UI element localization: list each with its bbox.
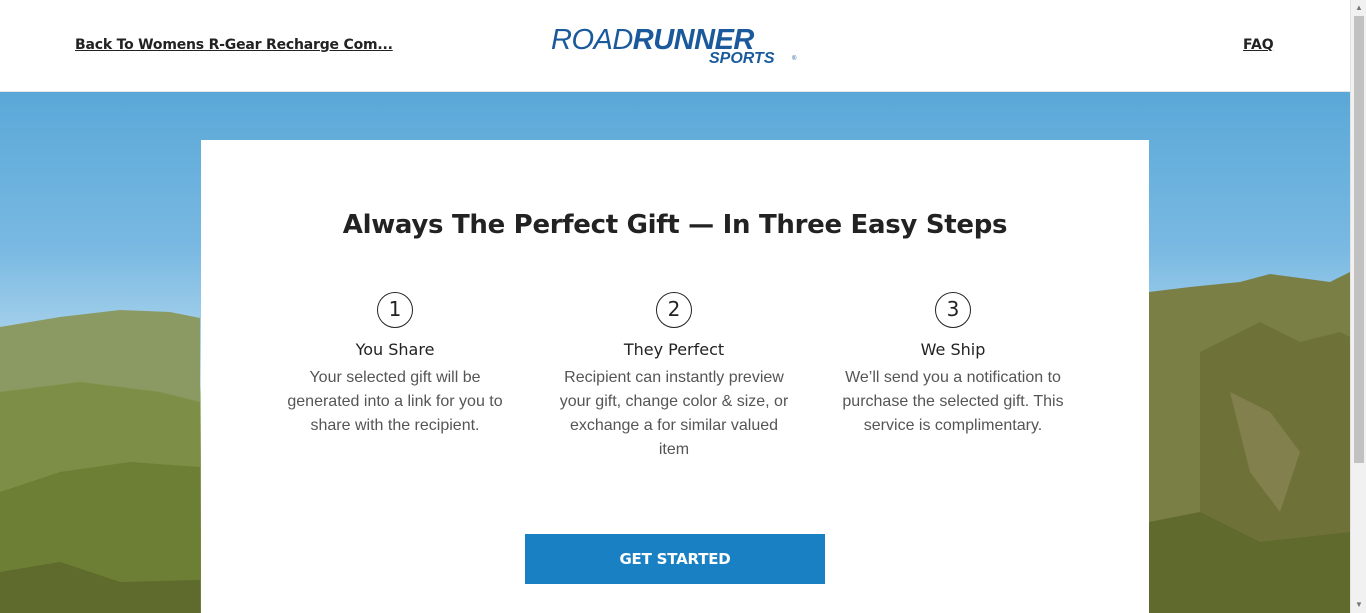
page-title: Always The Perfect Gift — In Three Easy …: [342, 210, 1008, 240]
step-description: We’ll send you a notification to purchas…: [835, 366, 1071, 438]
roadrunner-sports-logo[interactable]: ROADRUNNER SPORTS ®: [551, 24, 801, 68]
step-they-perfect: 2 They Perfect Recipient can instantly p…: [556, 292, 792, 462]
step-description-line: exchange a for similar valued: [569, 417, 779, 434]
logo-road-text: ROAD: [551, 26, 633, 56]
step-description-line: item: [658, 441, 690, 458]
svg-text:®: ®: [792, 55, 797, 62]
step-description-line: Recipient can instantly preview: [564, 369, 784, 386]
step-description: Your selected gift will be generated int…: [277, 366, 513, 438]
step-title: We Ship: [920, 340, 986, 359]
gift-steps-card: Always The Perfect Gift — In Three Easy …: [201, 140, 1149, 613]
step-description-line: service is complimentary.: [863, 417, 1043, 434]
faq-link[interactable]: FAQ: [1243, 37, 1274, 53]
back-to-product-link[interactable]: Back To Womens R-Gear Recharge Com...: [75, 37, 393, 53]
get-started-button[interactable]: GET STARTED: [525, 534, 825, 584]
step-description-line: your gift, change color & size, or: [559, 393, 789, 410]
vertical-scrollbar[interactable]: ▲ ▼: [1350, 0, 1366, 613]
logo-sports-text: SPORTS: [709, 50, 775, 67]
step-title: You Share: [355, 340, 435, 359]
step-description-line: share with the recipient.: [310, 417, 480, 434]
step-description-line: We’ll send you a notification to: [845, 369, 1061, 386]
site-header: Back To Womens R-Gear Recharge Com... RO…: [0, 0, 1350, 92]
step-title: They Perfect: [623, 340, 725, 359]
step-you-share: 1 You Share Your selected gift will be g…: [277, 292, 513, 438]
step-number-badge: 3: [935, 292, 971, 328]
step-description-line: purchase the selected gift. This: [842, 393, 1064, 410]
step-description-line: Your selected gift will be: [309, 369, 481, 386]
scroll-down-arrow-icon[interactable]: ▼: [1351, 597, 1366, 613]
hero-background: Always The Perfect Gift — In Three Easy …: [0, 92, 1350, 613]
step-description: Recipient can instantly preview your gif…: [556, 366, 792, 462]
step-description-line: generated into a link for you to: [287, 393, 503, 410]
step-number-badge: 2: [656, 292, 692, 328]
scroll-up-arrow-icon[interactable]: ▲: [1351, 0, 1366, 16]
step-number-badge: 1: [377, 292, 413, 328]
scrollbar-thumb[interactable]: [1354, 16, 1364, 463]
step-we-ship: 3 We Ship We’ll send you a notification …: [835, 292, 1071, 438]
